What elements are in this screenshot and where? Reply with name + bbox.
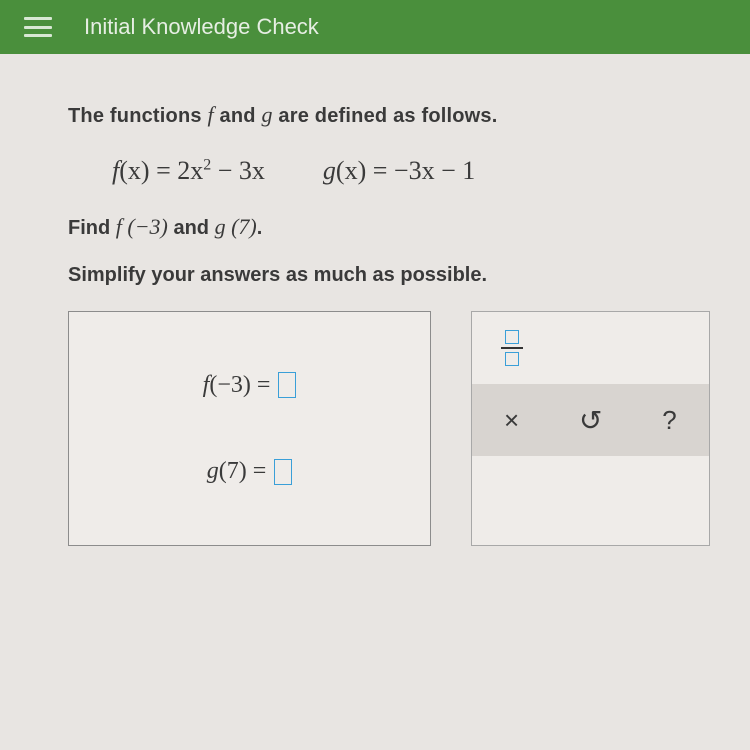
- page-title: Initial Knowledge Check: [84, 14, 319, 40]
- g-definition: g(x) = −3x − 1: [323, 156, 475, 186]
- fraction-icon: [501, 330, 523, 366]
- undo-button[interactable]: ↻: [551, 384, 630, 456]
- clear-button[interactable]: ×: [472, 384, 551, 456]
- toolbox-row-1: [472, 312, 709, 384]
- simplify-instruction: Simplify your answers as much as possibl…: [68, 264, 710, 287]
- f-answer-row: f(−3) =: [109, 372, 390, 399]
- toolbox-empty-2: [630, 312, 709, 384]
- problem-intro: The functions f and g are defined as fol…: [68, 102, 710, 128]
- f-answer-input[interactable]: [278, 372, 296, 398]
- times-icon: ×: [504, 405, 519, 436]
- problem-content: The functions f and g are defined as fol…: [0, 54, 750, 546]
- toolbox-row-2: × ↻ ?: [472, 384, 709, 456]
- find-instruction: Find f (−3) and g (7).: [68, 214, 710, 240]
- menu-icon[interactable]: [24, 17, 52, 37]
- help-icon: ?: [662, 405, 676, 436]
- help-button[interactable]: ?: [630, 384, 709, 456]
- function-definitions: f(x) = 2x2 − 3x g(x) = −3x − 1: [112, 156, 710, 186]
- app-header: Initial Knowledge Check: [0, 0, 750, 54]
- toolbox-empty-1: [551, 312, 630, 384]
- fraction-button[interactable]: [472, 312, 551, 384]
- g-answer-input[interactable]: [274, 459, 292, 485]
- f-definition: f(x) = 2x2 − 3x: [112, 156, 265, 186]
- answer-box: f(−3) = g(7) =: [68, 311, 431, 546]
- math-toolbox: × ↻ ?: [471, 311, 710, 546]
- undo-icon: ↻: [579, 404, 602, 437]
- work-area: f(−3) = g(7) = ×: [68, 311, 710, 546]
- g-answer-row: g(7) =: [109, 458, 390, 485]
